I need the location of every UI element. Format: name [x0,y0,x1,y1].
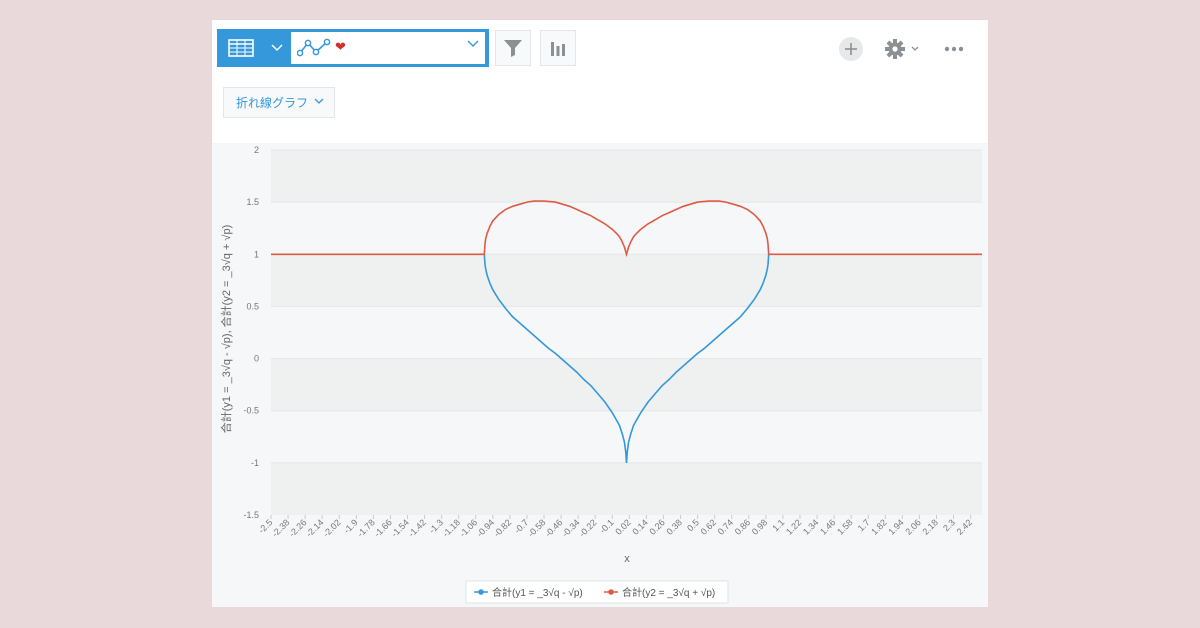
chevron-down-icon[interactable] [264,30,290,66]
chevron-down-icon [911,46,919,51]
x-tick-label: -0.46 [543,517,565,539]
x-tick-label: -2.26 [287,517,309,539]
y-tick-label: 1.5 [246,197,259,207]
plot-band [271,358,982,411]
plot-band [271,306,982,359]
view-switcher[interactable]: ❤ [217,29,489,67]
table-grid-icon[interactable] [218,30,263,66]
chevron-down-icon [314,98,324,104]
more-button[interactable] [942,37,966,61]
bar-chart-icon [551,42,565,56]
x-tick-label: 0.38 [664,517,683,536]
x-tick-label: 1.58 [835,517,854,536]
x-tick-label: 0.62 [699,517,718,536]
x-tick-label: -0.58 [526,517,548,539]
x-tick-label: 0.98 [750,517,769,536]
x-tick-label: 1.46 [818,517,837,536]
plot-band [271,150,982,203]
x-axis-label: x [624,553,630,565]
x-tick-label: -0.1 [598,517,616,535]
x-tick-label: -1.42 [406,517,428,539]
y-tick-label: 1 [254,249,259,259]
graph-select[interactable]: ❤ [291,32,485,64]
settings-button[interactable] [884,37,924,61]
gear-icon [885,39,905,59]
legend-item-2[interactable]: 合計(y2 = _3√q + √p) [622,586,715,599]
plot-band [271,462,982,515]
chart-area: 2 1.5 1 0.5 0 -0.5 -1 -1.5 -2.5 -2.38 -2.26 -2.14-… [212,143,988,607]
plus-icon [845,43,857,55]
x-tick-label: -1.54 [389,517,411,539]
funnel-icon [504,40,522,57]
x-tick-label: -2.38 [270,517,292,539]
x-tick-label: -2.02 [321,517,343,539]
x-tick-label: 0.86 [733,517,752,536]
x-tick-label: 2.18 [920,517,939,536]
x-tick-label: -1.66 [372,517,394,539]
y-tick-label: -1 [251,458,259,468]
x-tick-label: 2.42 [955,517,974,536]
x-tick-label: -1.78 [355,517,377,539]
y-tick-label: 0 [254,354,259,364]
x-tick-label: 1.94 [886,517,905,536]
report-card: ❤ 折れ線グラフ 2 1.5 1 0.5 0 -0.5 -1 -1.5 -2.5… [212,20,988,607]
x-tick-label: 1.82 [869,517,888,536]
x-tick-label: -0.22 [577,517,599,539]
plot-band [271,254,982,307]
line-graph-icon [297,38,331,57]
ellipsis-icon [944,46,964,52]
legend-swatch-marker [478,589,484,595]
x-tick-label: -1.18 [441,517,463,539]
y-axis-label: 合計(y1 = _3√q - √p), 合計(y2 = _3√q + √p) [219,225,233,433]
y-tick-label: 0.5 [246,301,259,311]
x-tick-label: 1.22 [784,517,803,536]
x-tick-label: 2.06 [903,517,922,536]
x-tick-label: 0.02 [613,517,632,536]
line-chart: 21.510.50-0.5-1-1.5 -2.5-2.38-2.26-2.14-… [219,145,982,604]
y-tick-label: -1.5 [243,510,259,520]
legend-item-1[interactable]: 合計(y1 = _3√q - √p) [492,586,583,599]
plot-band [271,202,982,255]
x-tick-label: 1.34 [801,517,820,536]
x-tick-label: 0.26 [647,517,666,536]
chart-button[interactable] [540,30,576,66]
chart-type-label: 折れ線グラフ [236,96,309,110]
y-tick-label: -0.5 [243,406,259,416]
y-tick-label: 2 [254,145,259,155]
x-tick-label: -1.06 [458,517,480,539]
x-tick-label: -2.14 [304,517,326,539]
x-tick-label: -0.34 [560,517,582,539]
add-button[interactable] [839,37,863,61]
chevron-down-icon[interactable] [467,40,479,48]
legend-swatch-marker [608,589,614,595]
heart-icon: ❤ [335,39,346,54]
filter-button[interactable] [495,30,531,66]
x-tick-label: 0.74 [716,517,735,536]
x-tick-label: -0.82 [492,517,514,539]
x-tick-label: 0.14 [630,517,649,536]
x-tick-label: -0.94 [475,517,497,539]
chart-type-select[interactable]: 折れ線グラフ [223,87,335,118]
